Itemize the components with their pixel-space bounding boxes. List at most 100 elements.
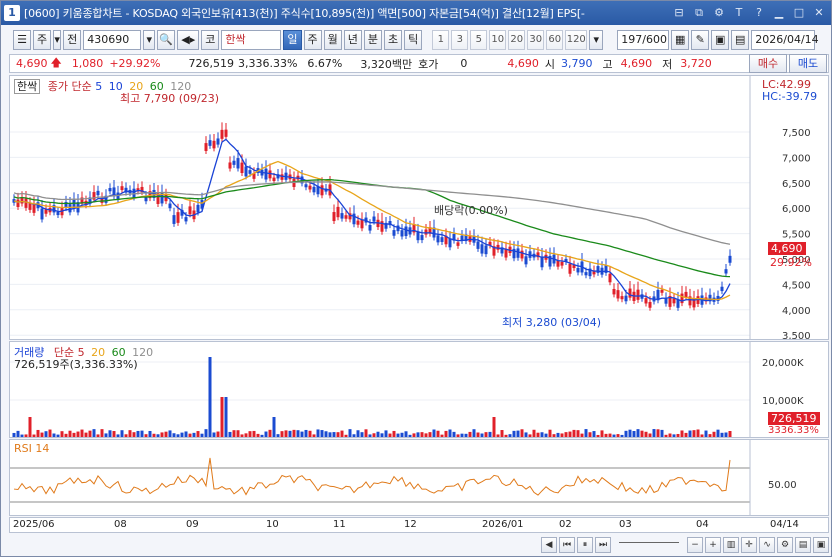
tab-month[interactable]: 월: [323, 30, 342, 50]
volume-bar: [312, 434, 316, 437]
volume-bar: [32, 434, 36, 437]
y-axis-label: 6,000: [782, 204, 811, 215]
volume-bar: [500, 430, 504, 437]
date-input[interactable]: 2026/04/14: [751, 30, 819, 50]
tab-day[interactable]: 일: [283, 30, 302, 50]
scroll-first-icon[interactable]: ⏮: [559, 537, 575, 553]
zoom-out-icon[interactable]: −: [687, 537, 703, 553]
print-icon[interactable]: ▣: [813, 537, 829, 553]
step-5[interactable]: 5: [470, 30, 488, 50]
calendar-icon[interactable]: ▤: [731, 30, 750, 50]
volume-bar: [348, 429, 352, 437]
volume-bar: [676, 433, 680, 437]
rsi-panel[interactable]: 50.00 RSI 14: [9, 439, 829, 516]
candle-body: [304, 184, 308, 188]
main-toolbar: ☰ 주 ▾ 전 430690 ▾ 🔍 ◀▸ 코 한싹 일 주 월 년 분 초 틱…: [1, 28, 831, 52]
speaker-icon[interactable]: ◀▸: [177, 30, 200, 50]
minimize-icon[interactable]: ▁: [771, 5, 787, 21]
period-select[interactable]: 주: [33, 30, 52, 50]
search-icon[interactable]: 🔍: [157, 30, 176, 50]
time-label: 12: [404, 519, 417, 530]
sell-button[interactable]: 매도: [789, 54, 827, 73]
grid-icon[interactable]: ▦: [671, 30, 690, 50]
link-icon[interactable]: ⊟: [671, 5, 687, 21]
indicator-icon[interactable]: ∿: [759, 537, 775, 553]
volume-bar: [480, 433, 484, 437]
scroll-last-icon[interactable]: ⏭: [595, 537, 611, 553]
volume-bar: [284, 430, 288, 437]
candle-body: [188, 206, 192, 215]
stock-code-input[interactable]: 430690: [83, 30, 142, 50]
volume-bar: [264, 431, 268, 437]
step-1[interactable]: 1: [432, 30, 450, 50]
arrow-up-icon: 🡅: [50, 56, 62, 69]
step-120[interactable]: 120: [565, 30, 588, 50]
volume-bar: [728, 431, 732, 437]
tab-minute[interactable]: 분: [363, 30, 382, 50]
volume-bar: [116, 434, 120, 437]
save-icon[interactable]: ▣: [711, 30, 730, 50]
tool-icon[interactable]: ⚙: [711, 5, 727, 21]
draw-icon[interactable]: ✎: [691, 30, 710, 50]
menu-list-icon[interactable]: ☰: [13, 30, 31, 50]
prev-button[interactable]: 전: [63, 30, 82, 50]
copy-icon[interactable]: ⧉: [691, 5, 707, 21]
step-30[interactable]: 30: [527, 30, 545, 50]
volume-bar: [336, 432, 340, 437]
data-count[interactable]: 197/600: [617, 30, 670, 50]
step-dropdown-icon[interactable]: ▾: [589, 30, 604, 50]
volume-tag: 726,519: [768, 412, 820, 425]
volume-bar: [356, 430, 360, 437]
volume-bar: [688, 430, 692, 437]
volume-bar: [412, 433, 416, 437]
price-tag: 4,690: [768, 242, 806, 255]
step-60[interactable]: 60: [546, 30, 564, 50]
scroll-left-icon[interactable]: ◀: [541, 537, 557, 553]
zoom-slider[interactable]: [619, 542, 679, 548]
step-20[interactable]: 20: [508, 30, 526, 50]
volume-bar: [652, 429, 656, 437]
volume-bar: [276, 434, 280, 437]
volume-bar: [424, 433, 428, 437]
candle-body: [96, 190, 100, 196]
volume-bar: [460, 433, 464, 437]
volume-panel[interactable]: 20,000K 10,000K 거래량 단순 5 20 60 120 726,51…: [9, 341, 829, 438]
price-panel[interactable]: 7,500 7,000 6,500 6,000 5,500 5,000 4,500 4,000…: [9, 75, 829, 342]
candle-body: [624, 295, 628, 302]
buy-button[interactable]: 매수: [749, 54, 787, 73]
candle-body: [520, 250, 524, 259]
scroll-pause-icon[interactable]: ⏸: [577, 537, 593, 553]
maximize-icon[interactable]: □: [791, 5, 807, 21]
step-3[interactable]: 3: [451, 30, 469, 50]
tab-year[interactable]: 년: [343, 30, 362, 50]
zoom-in-icon[interactable]: +: [705, 537, 721, 553]
volume-bar: [100, 429, 104, 437]
tab-tick[interactable]: 틱: [404, 30, 423, 50]
code-dropdown-icon[interactable]: ▾: [143, 30, 156, 50]
volume-pct-tag: 3336.33%: [768, 425, 819, 436]
volume-bar: [408, 434, 412, 437]
crosshair-icon[interactable]: ✛: [741, 537, 757, 553]
candle-body: [404, 226, 408, 237]
y-axis-label: 4,000: [782, 306, 811, 317]
font-icon[interactable]: T: [731, 5, 747, 21]
settings-icon[interactable]: ⚙: [777, 537, 793, 553]
layout-icon[interactable]: ▤: [795, 537, 811, 553]
tab-week[interactable]: 주: [303, 30, 322, 50]
candle-body: [56, 211, 60, 216]
help-icon[interactable]: ?: [751, 5, 767, 21]
trade-amount: 3,320백만: [360, 57, 413, 71]
step-10[interactable]: 10: [489, 30, 507, 50]
volume-bar: [240, 434, 244, 437]
rsi-line: [13, 457, 731, 496]
volume-bar: [624, 430, 628, 437]
time-label: 10: [266, 519, 279, 530]
volume-bar: [708, 434, 712, 437]
close-icon[interactable]: ✕: [811, 5, 827, 21]
volume-bar: [144, 434, 148, 437]
candle-body: [724, 269, 728, 274]
tab-second[interactable]: 초: [384, 30, 403, 50]
chevron-down-icon[interactable]: ▾: [53, 30, 62, 50]
candle-body: [620, 296, 624, 300]
chart-type-icon[interactable]: ▥: [723, 537, 739, 553]
